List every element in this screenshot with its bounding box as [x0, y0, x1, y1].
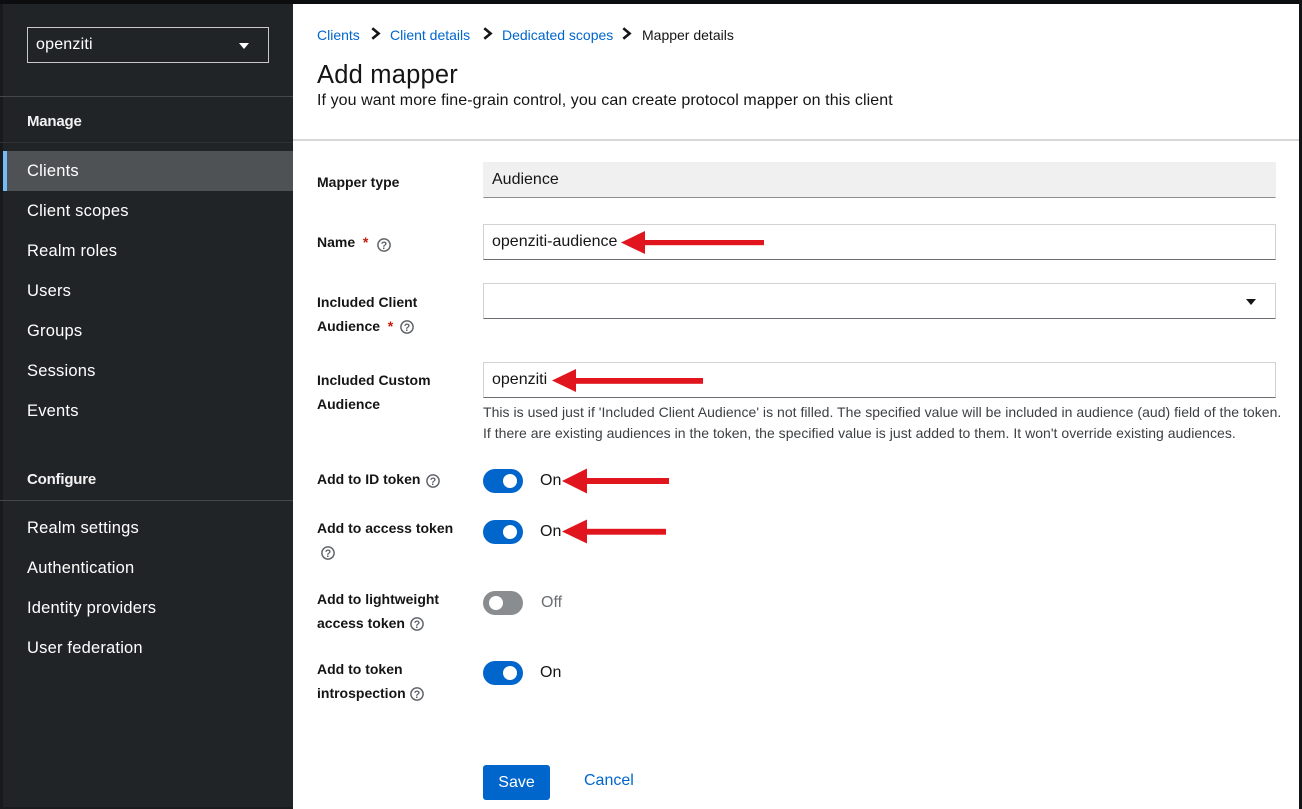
svg-text:?: ? — [403, 321, 409, 333]
svg-text:?: ? — [324, 547, 330, 559]
svg-text:?: ? — [429, 475, 435, 487]
svg-text:?: ? — [413, 688, 419, 700]
svg-text:?: ? — [380, 239, 386, 251]
svg-text:?: ? — [413, 618, 419, 630]
